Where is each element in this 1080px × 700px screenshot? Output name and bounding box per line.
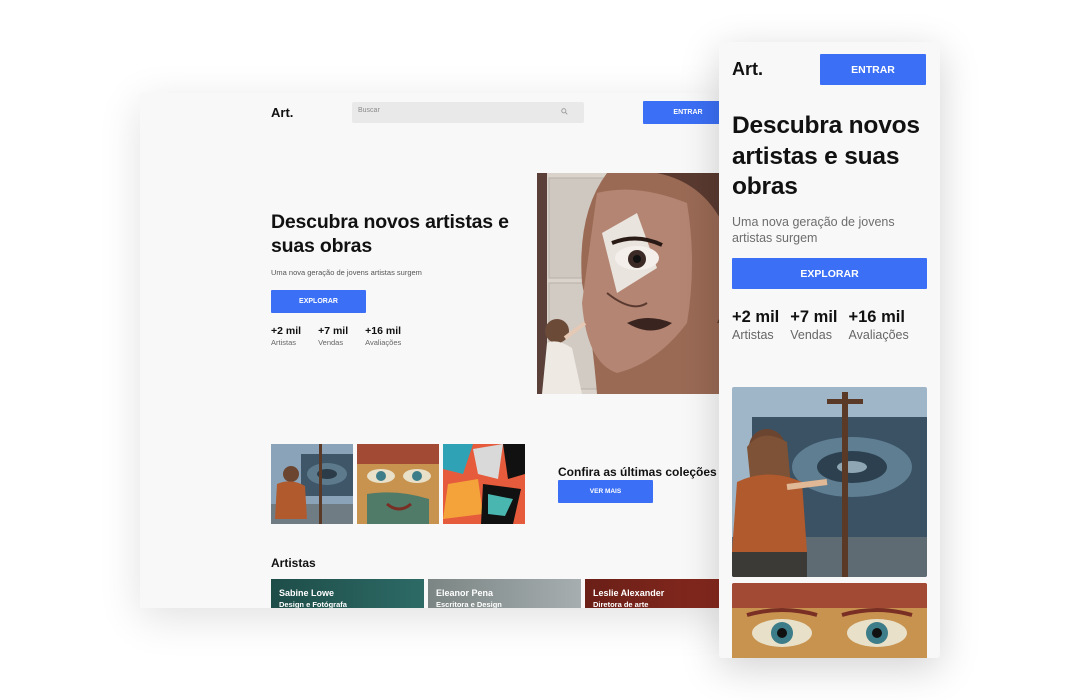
stats-row: +2 mil Artistas +7 mil Vendas +16 mil Av…	[732, 308, 909, 342]
artist-role: Diretora de arte	[593, 600, 649, 608]
artist-name: Eleanor Pena	[436, 588, 494, 598]
artist-name: Leslie Alexander	[593, 588, 665, 598]
stat-value: +2 mil	[271, 325, 302, 337]
stats-row: +2 mil Artistas +7 mil Vendas +16 mil Av…	[271, 325, 401, 347]
stat-reviews: +16 mil Avaliações	[849, 308, 909, 342]
stat-artists: +2 mil Artistas	[732, 308, 779, 342]
stat-sales: +7 mil Vendas	[318, 325, 348, 347]
stat-reviews: +16 mil Avaliações	[365, 325, 401, 347]
logo[interactable]: Art.	[732, 59, 763, 80]
hero-subtitle: Uma nova geração de jovens artistas surg…	[732, 215, 895, 245]
enter-button[interactable]: ENTRAR	[820, 54, 926, 85]
enter-button[interactable]: ENTRAR	[643, 101, 730, 124]
artist-role: Design e Fotógrafa	[279, 600, 347, 608]
face-painting-image[interactable]	[732, 583, 927, 658]
painter-image[interactable]	[732, 387, 927, 577]
mobile-mockup: Art. ENTRAR Descubra novos artistas e su…	[719, 42, 940, 658]
stat-label: Avaliações	[365, 338, 402, 347]
desktop-mockup: Art. Buscar ENTRAR Descubra novos artist…	[140, 93, 730, 608]
collection-thumb-painter[interactable]	[271, 444, 353, 524]
hero-title: Descubra novos artistas e suas obras	[271, 211, 509, 257]
stat-value: +7 mil	[790, 308, 838, 326]
artists-title: Artistas	[271, 556, 316, 570]
stat-value: +16 mil	[365, 325, 402, 337]
search-input[interactable]: Buscar	[352, 102, 584, 123]
stat-label: Vendas	[318, 338, 344, 347]
stat-value: +7 mil	[318, 325, 349, 337]
artist-card[interactable]: Eleanor Pena Escritora e Design	[428, 579, 581, 608]
search-icon[interactable]	[561, 108, 568, 115]
hero-mural-image	[537, 173, 730, 394]
stat-label: Vendas	[790, 328, 832, 342]
collection-thumb-abstract[interactable]	[443, 444, 525, 524]
stat-label: Artistas	[732, 328, 774, 342]
stat-label: Artistas	[271, 338, 297, 347]
stat-artists: +2 mil Artistas	[271, 325, 301, 347]
collection-thumb-face[interactable]	[357, 444, 439, 524]
stat-value: +2 mil	[732, 308, 780, 326]
collections-title: Confira as últimas coleções	[558, 465, 717, 479]
hero-title: Descubra novos artistas e suas obras	[732, 112, 920, 200]
explore-button[interactable]: EXPLORAR	[271, 290, 366, 313]
stat-sales: +7 mil Vendas	[790, 308, 837, 342]
see-more-button[interactable]: VER MAIS	[558, 480, 653, 503]
artist-name: Sabine Lowe	[279, 588, 335, 598]
artist-card[interactable]: Sabine Lowe Design e Fotógrafa	[271, 579, 424, 608]
hero-subtitle: Uma nova geração de jovens artistas surg…	[271, 268, 422, 277]
logo[interactable]: Art.	[271, 105, 293, 120]
stat-value: +16 mil	[848, 308, 905, 326]
explore-button[interactable]: EXPLORAR	[732, 258, 927, 289]
search-placeholder: Buscar	[358, 107, 380, 114]
stat-label: Avaliações	[848, 328, 909, 342]
artist-card[interactable]: Leslie Alexander Diretora de arte	[585, 579, 730, 608]
artist-role: Escritora e Design	[436, 600, 502, 608]
